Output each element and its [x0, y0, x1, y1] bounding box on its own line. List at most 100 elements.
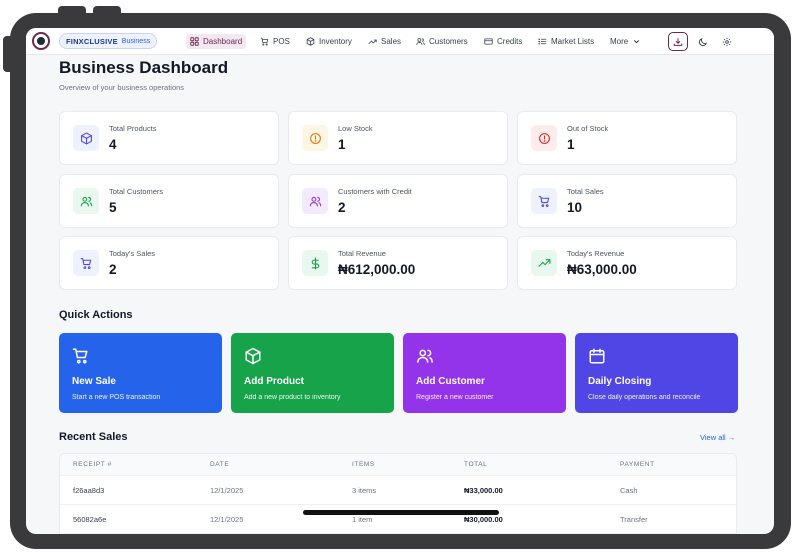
stat-label: Low Stock [338, 124, 373, 133]
payment-cell: Transfer [620, 515, 648, 524]
users-icon [80, 196, 92, 206]
nav-item-inventory[interactable]: Inventory [302, 34, 356, 49]
stat-label: Out of Stock [567, 124, 609, 133]
stat-value: 2 [109, 262, 117, 277]
dashboard-icon [190, 37, 199, 46]
stat-value: 2 [338, 200, 346, 215]
quick-action-subtitle: Add a new product to inventory [244, 394, 341, 401]
add-product-button[interactable]: Add Product Add a new product to inventor… [231, 333, 394, 413]
column-header: RECEIPT # [73, 461, 112, 468]
recent-sales-title: Recent Sales [59, 431, 128, 443]
alert-circle-icon [538, 132, 550, 144]
column-header: DATE [210, 461, 230, 468]
app-logo[interactable] [32, 32, 50, 50]
nav-item-pos[interactable]: POS [256, 34, 294, 49]
nav-label: More [610, 37, 629, 46]
brand-badge[interactable]: FINXCLUSIVE Business [59, 33, 158, 49]
total-cell: ₦30,000.00 [464, 515, 503, 524]
stat-value: 1 [567, 137, 575, 152]
stat-label: Total Customers [109, 187, 164, 196]
stat-value: 10 [567, 200, 583, 215]
receipt-cell: 56082a6e [73, 515, 107, 524]
stat-card: Total Products 4 [59, 111, 279, 165]
chevron-down-icon [634, 40, 640, 44]
nav-label: Market Lists [551, 37, 595, 46]
settings-button[interactable] [717, 32, 737, 51]
trend-icon [368, 39, 377, 45]
box-icon [80, 132, 92, 144]
app-screen: FINXCLUSIVE Business Dashboard POS Inven… [26, 28, 774, 534]
stat-icon-box [302, 125, 328, 151]
trend-up-icon [538, 258, 550, 267]
stat-value: 4 [109, 137, 117, 152]
users-icon [417, 349, 433, 363]
stat-card: Total Sales 10 [517, 174, 737, 228]
column-header: TOTAL [464, 461, 488, 468]
page-subtitle: Overview of your business operations [59, 83, 185, 92]
brand-name: FINXCLUSIVE [66, 36, 118, 46]
moon-icon [698, 37, 707, 46]
daily-closing-button[interactable]: Daily Closing Close daily operations and … [575, 333, 738, 413]
stat-icon-box [73, 250, 99, 276]
stat-icon-box [302, 188, 328, 214]
download-button[interactable] [668, 32, 688, 51]
brand-tag: Business [121, 37, 151, 45]
stat-label: Total Revenue [338, 249, 386, 258]
column-header: ITEMS [352, 461, 375, 468]
home-indicator [303, 510, 499, 515]
stat-label: Customers with Credit [338, 187, 412, 196]
stat-value: ₦612,000.00 [338, 262, 416, 277]
nav-item-sales[interactable]: Sales [364, 34, 405, 49]
quick-action-subtitle: Start a new POS transaction [72, 394, 161, 401]
page-title: Business Dashboard [59, 58, 229, 77]
stat-card: Today's Revenue ₦63,000.00 [517, 236, 737, 290]
add-customer-button[interactable]: Add Customer Register a new customer [403, 333, 566, 413]
users-icon [416, 38, 425, 45]
column-header: PAYMENT [620, 461, 655, 468]
stat-label: Today's Sales [109, 249, 156, 258]
nav-item-market-lists[interactable]: Market Lists [534, 34, 598, 49]
date-cell: 12/1/2025 [210, 515, 244, 524]
items-cell: 1 item [352, 515, 373, 524]
nav-item-credits[interactable]: Credits [480, 34, 526, 49]
cart-icon [538, 195, 549, 207]
nav-label: POS [273, 37, 290, 46]
stat-icon-box [531, 188, 557, 214]
quick-action-title: Daily Closing [588, 376, 652, 387]
stat-label: Total Sales [567, 187, 604, 196]
quick-action-title: Add Customer [416, 376, 485, 387]
nav-item-dashboard[interactable]: Dashboard [186, 34, 247, 49]
theme-toggle-button[interactable] [693, 32, 713, 51]
stat-label: Today's Revenue [567, 249, 625, 258]
quick-action-subtitle: Register a new customer [416, 394, 494, 401]
stat-card: Out of Stock 1 [517, 111, 737, 165]
box-icon [306, 37, 315, 46]
stat-card: Total Revenue ₦612,000.00 [288, 236, 508, 290]
top-nav: FINXCLUSIVE Business Dashboard POS Inven… [26, 28, 774, 55]
nav-item-customers[interactable]: Customers [412, 34, 472, 49]
stat-icon-box [73, 188, 99, 214]
quick-action-title: New Sale [72, 376, 116, 387]
users-icon [309, 196, 321, 206]
nav-label: Credits [497, 37, 523, 46]
nav-label: Dashboard [203, 37, 243, 46]
nav-item-more[interactable]: More [606, 34, 645, 49]
nav-label: Inventory [319, 37, 352, 46]
view-all-link[interactable]: View all → [700, 433, 735, 442]
download-icon [673, 37, 683, 46]
table-header: RECEIPT # DATE ITEMS TOTAL PAYMENT [60, 454, 736, 476]
total-cell: ₦33,000.00 [464, 486, 503, 495]
quick-action-title: Add Product [244, 376, 304, 387]
stat-value: ₦63,000.00 [567, 262, 637, 277]
items-cell: 3 items [352, 486, 377, 495]
quick-action-subtitle: Close daily operations and reconcile [588, 394, 701, 401]
stat-icon-box [302, 250, 328, 276]
box-icon [245, 347, 261, 365]
nav-label: Customers [429, 37, 468, 46]
new-sale-button[interactable]: New Sale Start a new POS transaction [59, 333, 222, 413]
stat-value: 1 [338, 137, 346, 152]
cart-icon [80, 257, 91, 269]
gear-icon [722, 37, 732, 46]
table-row[interactable]: f26aa8d3 12/1/2025 3 items ₦33,000.00 Ca… [60, 476, 736, 505]
calendar-icon [589, 348, 605, 364]
